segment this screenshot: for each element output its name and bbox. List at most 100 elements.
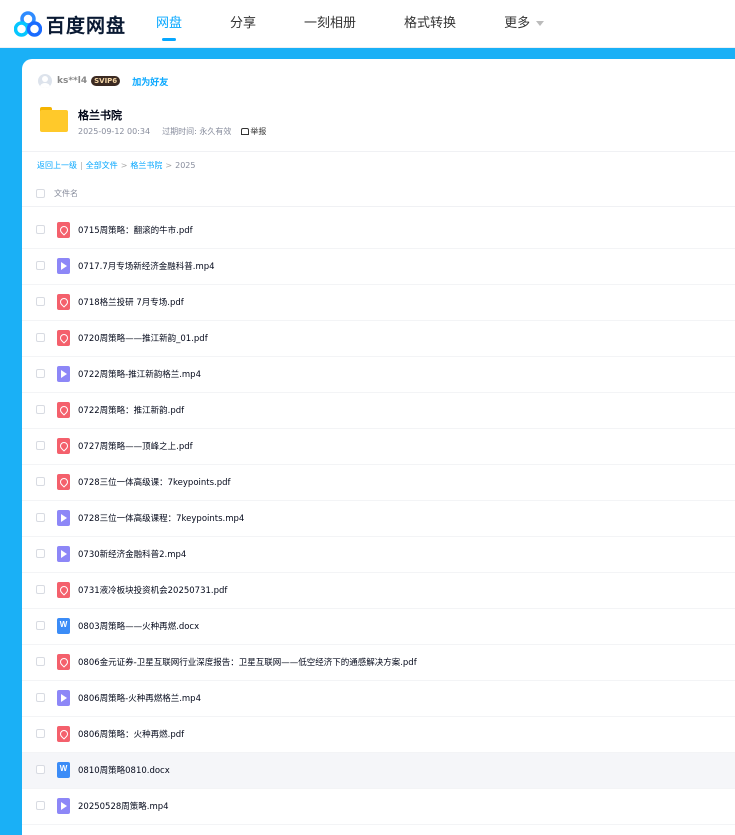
file-name[interactable]: 0715周策略：翻滚的牛市.pdf: [78, 224, 193, 236]
nav-more[interactable]: 更多: [504, 0, 545, 48]
share-card: ks**l4 SVIP6 加为好友 格兰书院 2025-09-12 00:34 …: [22, 59, 735, 835]
report-button[interactable]: 举报: [241, 126, 266, 137]
divider: [22, 206, 735, 207]
pdf-icon: [57, 438, 70, 454]
file-row[interactable]: 0730新经济金融科普2.mp4: [22, 537, 735, 573]
svip-badge: SVIP6: [91, 76, 121, 86]
video-icon: [57, 798, 70, 814]
file-checkbox[interactable]: [36, 765, 45, 774]
file-row[interactable]: 0728三位一体高级课：7keypoints.pdf: [22, 465, 735, 501]
file-name[interactable]: 0727周策略——顶峰之上.pdf: [78, 440, 193, 452]
pdf-icon: [57, 654, 70, 670]
video-icon: [57, 510, 70, 526]
file-checkbox[interactable]: [36, 549, 45, 558]
file-row[interactable]: 0717.7月专场新经济金融科普.mp4: [22, 249, 735, 285]
video-icon: [57, 546, 70, 562]
breadcrumb-divider: |: [80, 161, 83, 170]
baidu-netdisk-logo-icon: [14, 11, 42, 37]
share-date: 2025-09-12 00:34: [78, 127, 151, 136]
file-row[interactable]: 0806周策略：火种再燃.pdf: [22, 717, 735, 753]
file-name[interactable]: 0728三位一体高级课：7keypoints.pdf: [78, 476, 231, 488]
file-list: 0715周策略：翻滚的牛市.pdf 0717.7月专场新经济金融科普.mp4 071…: [22, 213, 735, 825]
file-name[interactable]: 0810周策略0810.docx: [78, 764, 170, 776]
file-checkbox[interactable]: [36, 585, 45, 594]
file-name[interactable]: 0731液冷板块投资机会20250731.pdf: [78, 584, 227, 596]
file-row[interactable]: 0731液冷板块投资机会20250731.pdf: [22, 573, 735, 609]
file-name[interactable]: 0720周策略——推江新韵_01.pdf: [78, 332, 208, 344]
pdf-icon: [57, 582, 70, 598]
breadcrumb-folder[interactable]: 格兰书院: [130, 160, 162, 171]
file-row[interactable]: 0720周策略——推江新韵_01.pdf: [22, 321, 735, 357]
file-name[interactable]: 0806周策略-火种再燃格兰.mp4: [78, 692, 201, 704]
file-name[interactable]: 0803周策略——火种再燃.docx: [78, 620, 199, 632]
breadcrumb-separator: >: [120, 161, 128, 170]
sharer-name[interactable]: ks**l4: [57, 76, 87, 86]
divider: [22, 151, 735, 152]
select-all-checkbox[interactable]: [36, 189, 45, 198]
file-name[interactable]: 0806周策略：火种再燃.pdf: [78, 728, 184, 740]
file-name[interactable]: 0806金元证券-卫星互联网行业深度报告：卫星互联网——低空经济下的通感解决方案…: [78, 656, 417, 668]
file-list-header: 文件名: [22, 181, 735, 206]
file-name[interactable]: 20250528周策略.mp4: [78, 800, 169, 812]
file-name[interactable]: 0728三位一体高级课程：7keypoints.mp4: [78, 512, 244, 524]
file-checkbox[interactable]: [36, 297, 45, 306]
nav-netdisk[interactable]: 网盘: [156, 0, 182, 48]
nav-format-convert[interactable]: 格式转换: [404, 0, 456, 48]
logo[interactable]: 百度网盘: [14, 11, 126, 37]
pdf-icon: [57, 474, 70, 490]
nav-share[interactable]: 分享: [230, 0, 256, 48]
file-row[interactable]: 0806周策略-火种再燃格兰.mp4: [22, 681, 735, 717]
file-checkbox[interactable]: [36, 405, 45, 414]
file-checkbox[interactable]: [36, 657, 45, 666]
file-row[interactable]: 0806金元证券-卫星互联网行业深度报告：卫星互联网——低空经济下的通感解决方案…: [22, 645, 735, 681]
expiry-text: 过期时间: 永久有效: [162, 127, 232, 136]
file-row[interactable]: 0803周策略——火种再燃.docx: [22, 609, 735, 645]
file-checkbox[interactable]: [36, 621, 45, 630]
file-checkbox[interactable]: [36, 729, 45, 738]
nav-album[interactable]: 一刻相册: [304, 0, 356, 48]
add-friend-link[interactable]: 加为好友: [132, 75, 168, 88]
file-row[interactable]: 20250528周策略.mp4: [22, 789, 735, 825]
file-name[interactable]: 0718格兰投研 7月专场.pdf: [78, 296, 184, 308]
file-row[interactable]: 0722周策略：推江新韵.pdf: [22, 393, 735, 429]
file-row[interactable]: 0728三位一体高级课程：7keypoints.mp4: [22, 501, 735, 537]
sharer-info: ks**l4 SVIP6 加为好友: [38, 74, 168, 88]
chevron-down-icon: [536, 21, 545, 26]
breadcrumb: 返回上一级 | 全部文件 > 格兰书院 > 2025: [37, 160, 195, 171]
main-nav: 网盘 分享 一刻相册 格式转换 更多: [156, 0, 592, 48]
pdf-icon: [57, 726, 70, 742]
file-row[interactable]: 0727周策略——顶峰之上.pdf: [22, 429, 735, 465]
share-meta: 2025-09-12 00:34 过期时间: 永久有效 举报: [78, 126, 266, 137]
file-name[interactable]: 0722周策略-推江新韵格兰.mp4: [78, 368, 201, 380]
file-checkbox[interactable]: [36, 693, 45, 702]
file-checkbox[interactable]: [36, 225, 45, 234]
file-checkbox[interactable]: [36, 333, 45, 342]
file-row[interactable]: 0715周策略：翻滚的牛市.pdf: [22, 213, 735, 249]
warning-icon: [241, 128, 250, 135]
file-checkbox[interactable]: [36, 801, 45, 810]
file-checkbox[interactable]: [36, 513, 45, 522]
breadcrumb-current: 2025: [175, 161, 196, 170]
file-checkbox[interactable]: [36, 441, 45, 450]
breadcrumb-back[interactable]: 返回上一级: [37, 160, 77, 171]
file-name[interactable]: 0730新经济金融科普2.mp4: [78, 548, 186, 560]
file-checkbox[interactable]: [36, 369, 45, 378]
video-icon: [57, 690, 70, 706]
share-title: 格兰书院: [78, 109, 122, 122]
pdf-icon: [57, 294, 70, 310]
file-name[interactable]: 0717.7月专场新经济金融科普.mp4: [78, 260, 215, 272]
word-icon: [57, 762, 70, 778]
file-name[interactable]: 0722周策略：推江新韵.pdf: [78, 404, 184, 416]
report-label: 举报: [250, 127, 267, 136]
file-checkbox[interactable]: [36, 261, 45, 270]
file-row[interactable]: 0722周策略-推江新韵格兰.mp4: [22, 357, 735, 393]
file-row[interactable]: 0810周策略0810.docx: [22, 753, 735, 789]
nav-more-label: 更多: [504, 16, 531, 31]
breadcrumb-all-files[interactable]: 全部文件: [86, 160, 118, 171]
file-checkbox[interactable]: [36, 477, 45, 486]
video-icon: [57, 258, 70, 274]
folder-icon: [38, 101, 68, 135]
avatar[interactable]: [38, 74, 52, 88]
column-header-filename[interactable]: 文件名: [54, 188, 78, 199]
file-row[interactable]: 0718格兰投研 7月专场.pdf: [22, 285, 735, 321]
